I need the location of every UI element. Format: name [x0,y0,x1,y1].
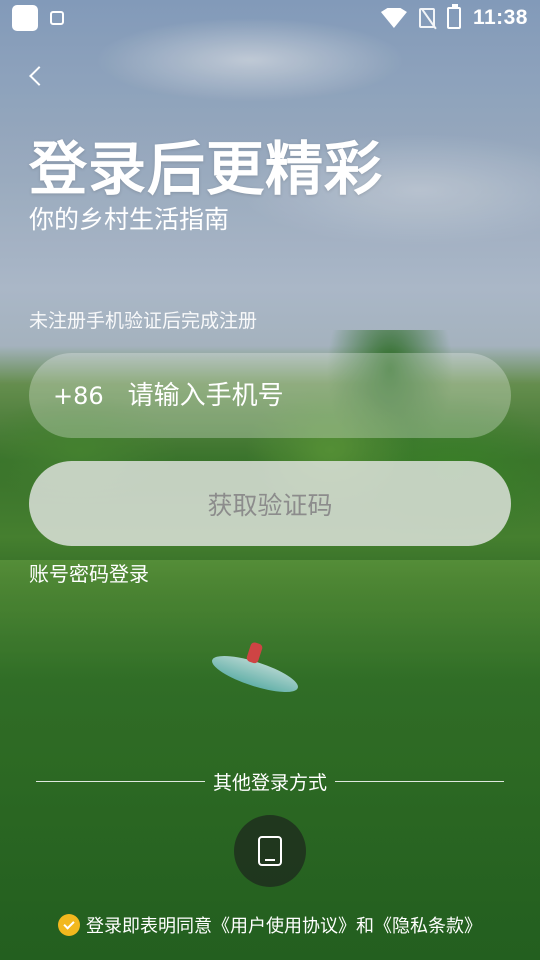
app-square-icon [12,5,38,31]
tablet-icon [258,836,282,866]
agreement-row: 登录即表明同意《用户使用协议》和《隐私条款》 [58,912,482,938]
check-icon [63,918,75,930]
other-login-label: 其他登录方式 [213,771,328,794]
battery-charging-icon [446,4,461,29]
chevron-left-icon [29,66,49,86]
back-button[interactable] [22,62,50,90]
lock-icon [50,11,64,25]
divider-line-left [36,780,205,782]
phone-input[interactable] [127,380,448,411]
phone-field[interactable]: +86 [29,353,511,438]
page-subtitle: 你的乡村生活指南 [29,205,230,234]
other-login-divider: 其他登录方式 [36,766,505,796]
status-time: 11:38 [472,6,528,29]
agreement-text[interactable]: 登录即表明同意《用户使用协议》和《隐私条款》 [86,912,482,938]
password-login-link[interactable]: 账号密码登录 [29,558,149,587]
register-hint: 未注册手机验证后完成注册 [29,310,258,332]
no-sim-icon [418,8,435,28]
status-bar: 11:38 [0,0,540,36]
device-login-button[interactable] [234,815,306,887]
get-code-button[interactable]: 获取验证码 [29,461,511,546]
page-title: 登录后更精彩 [29,135,384,203]
wifi-icon [380,8,407,28]
divider-line-right [335,780,505,782]
agreement-checkbox[interactable] [58,914,80,936]
country-code[interactable]: +86 [53,382,104,410]
